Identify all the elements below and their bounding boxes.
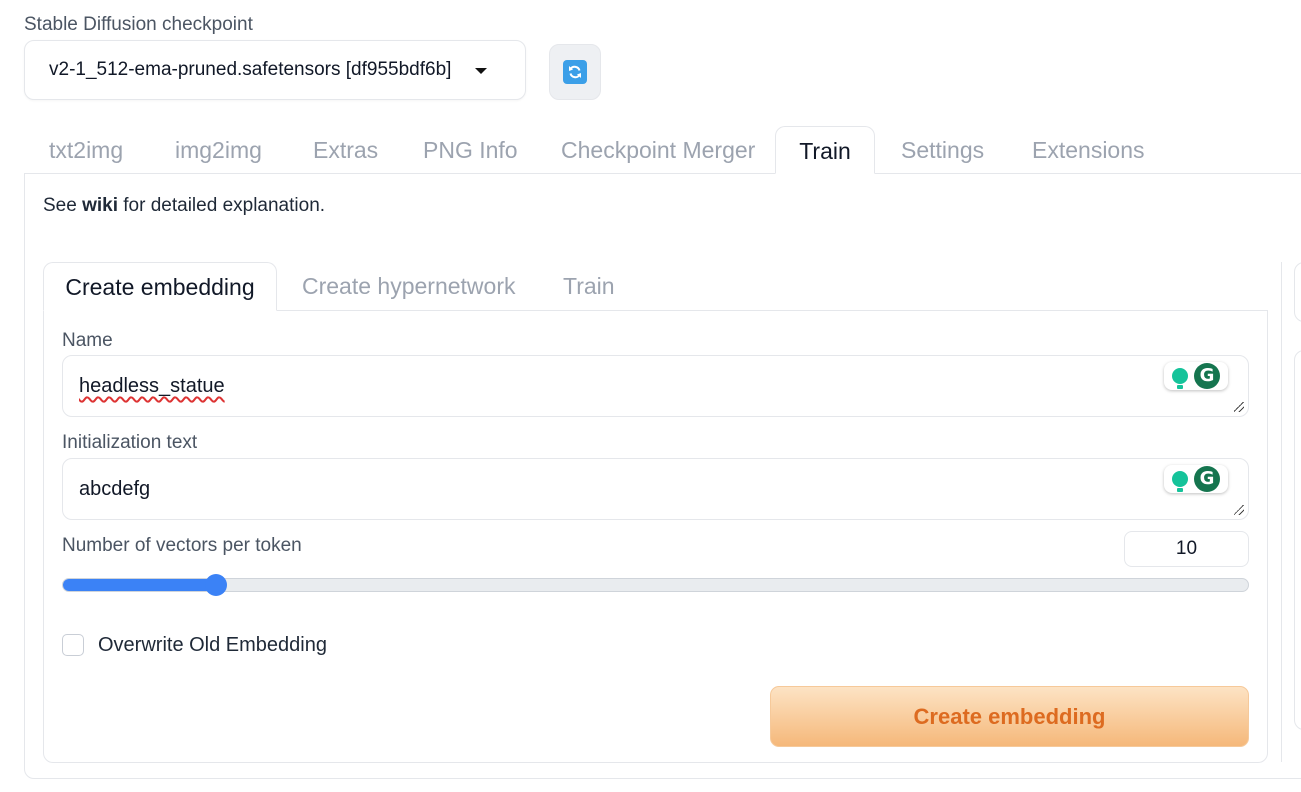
side-panel-box bbox=[1294, 262, 1301, 322]
grammarly-widget[interactable]: G bbox=[1164, 362, 1228, 390]
wiki-note: See wiki for detailed explanation. bbox=[43, 195, 325, 217]
subtab-create-hypernetwork[interactable]: Create hypernetwork bbox=[277, 262, 541, 311]
lightbulb-icon bbox=[1172, 368, 1188, 389]
init-text-label: Initialization text bbox=[62, 432, 198, 453]
subtab-train[interactable]: Train bbox=[538, 262, 640, 311]
grammarly-icon: G bbox=[1194, 466, 1220, 492]
tab-train[interactable]: Train bbox=[775, 126, 875, 174]
tab-img2img[interactable]: img2img bbox=[150, 126, 287, 174]
init-text-value: abcdefg bbox=[79, 478, 151, 500]
lightbulb-icon bbox=[1172, 471, 1188, 492]
chevron-down-icon bbox=[475, 68, 487, 74]
resize-handle-icon[interactable] bbox=[1234, 505, 1244, 515]
name-value: headless_statue bbox=[79, 375, 225, 397]
tab-extras[interactable]: Extras bbox=[288, 126, 403, 174]
create-embedding-button[interactable]: Create embedding bbox=[770, 686, 1249, 747]
wiki-note-suffix: for detailed explanation. bbox=[123, 195, 326, 216]
refresh-checkpoint-button[interactable] bbox=[549, 44, 601, 100]
tab-png-info[interactable]: PNG Info bbox=[398, 126, 543, 174]
side-panel-box-lower bbox=[1294, 350, 1301, 730]
grammarly-icon: G bbox=[1194, 363, 1220, 389]
checkpoint-dropdown[interactable]: v2-1_512-ema-pruned.safetensors [df955bd… bbox=[24, 40, 526, 100]
tab-txt2img[interactable]: txt2img bbox=[24, 126, 148, 174]
vectors-label: Number of vectors per token bbox=[62, 535, 302, 556]
tab-extensions[interactable]: Extensions bbox=[1007, 126, 1170, 174]
tab-checkpoint-merger[interactable]: Checkpoint Merger bbox=[536, 126, 780, 174]
slider-fill bbox=[63, 579, 218, 591]
tab-settings[interactable]: Settings bbox=[876, 126, 1009, 174]
wiki-note-prefix: See bbox=[43, 195, 77, 216]
checkpoint-value: v2-1_512-ema-pruned.safetensors [df955bd… bbox=[49, 59, 452, 80]
vectors-number-input[interactable]: 10 bbox=[1124, 531, 1249, 567]
overwrite-checkbox[interactable] bbox=[62, 634, 84, 656]
wiki-link[interactable]: wiki bbox=[82, 195, 118, 216]
init-text-input[interactable]: abcdefg G bbox=[62, 458, 1249, 520]
grammarly-widget[interactable]: G bbox=[1164, 465, 1228, 493]
checkpoint-label: Stable Diffusion checkpoint bbox=[24, 14, 253, 35]
refresh-icon bbox=[563, 60, 587, 84]
name-input[interactable]: headless_statue G bbox=[62, 355, 1249, 417]
vectors-slider[interactable] bbox=[62, 578, 1249, 592]
resize-handle-icon[interactable] bbox=[1234, 402, 1244, 412]
name-label: Name bbox=[62, 330, 113, 351]
subtab-create-embedding[interactable]: Create embedding bbox=[43, 262, 277, 311]
panel-divider bbox=[1281, 262, 1282, 762]
overwrite-label[interactable]: Overwrite Old Embedding bbox=[98, 634, 327, 657]
